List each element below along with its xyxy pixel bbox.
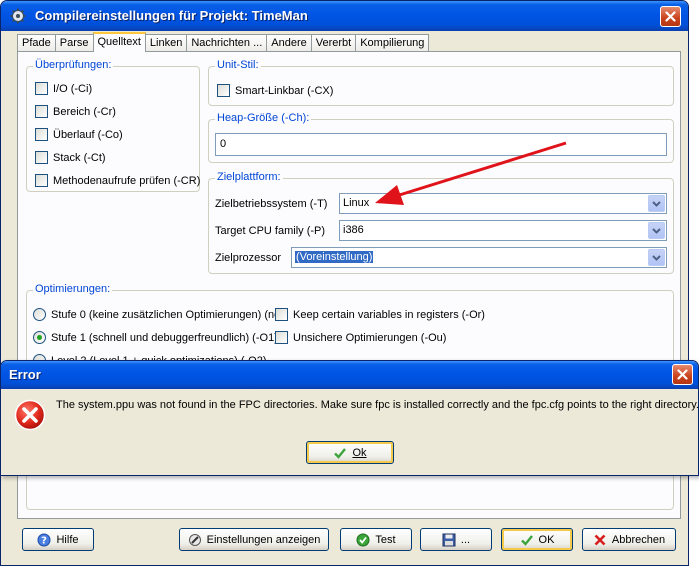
radio-level1[interactable]: Stufe 1 (schnell und debuggerfreundlich)…: [33, 326, 278, 349]
target-os-label: Zielbetriebssystem (-T): [215, 198, 328, 210]
target-processor-select[interactable]: (Voreinstellung): [291, 247, 667, 268]
test-button[interactable]: Test: [340, 528, 412, 551]
error-dialog-title: Error: [9, 367, 41, 382]
tab-vererbt[interactable]: Vererbt: [310, 34, 357, 52]
compiler-options-window: Compilereinstellungen für Projekt: TimeM…: [0, 0, 689, 566]
annotation-arrow: [375, 141, 567, 205]
cancel-button[interactable]: Abbrechen: [582, 528, 676, 551]
optim-legend: Optimierungen:: [33, 283, 113, 295]
check-method-calls[interactable]: Methodenaufrufe prüfen (-CR): [35, 169, 200, 192]
target-cpu-label: Target CPU family (-P): [215, 225, 326, 237]
check-unsafe-optim[interactable]: Unsichere Optimierungen (-Ou): [275, 326, 446, 349]
tab-andere[interactable]: Andere: [266, 34, 312, 52]
check-keep-registers[interactable]: Keep certain variables in registers (-Or…: [275, 303, 485, 326]
target-processor-label: Zielprozessor: [215, 252, 282, 264]
window-titlebar[interactable]: Compilereinstellungen für Projekt: TimeM…: [1, 1, 688, 31]
target-cpu-select[interactable]: i386: [339, 220, 667, 241]
checkmark-icon: [520, 533, 534, 547]
checkbox[interactable]: [35, 128, 48, 141]
heap-legend: Heap-Größe (-Ch):: [215, 112, 312, 124]
close-icon: [665, 11, 676, 22]
cross-icon: [593, 533, 607, 547]
checks-group: Überprüfungen: I/O (-Ci) Bereich (-Cr) Ü…: [26, 59, 200, 192]
unit-style-group: Unit-Stil: Smart-Linkbar (-CX): [208, 59, 674, 106]
chevron-down-icon[interactable]: [648, 222, 665, 239]
svg-text:?: ?: [42, 535, 48, 546]
tab-linken[interactable]: Linken: [144, 34, 188, 52]
ok-button[interactable]: OK: [501, 528, 573, 551]
checkbox[interactable]: [35, 82, 48, 95]
error-dialog: Error The system.ppu was not found in th…: [0, 360, 699, 476]
check-io[interactable]: I/O (-Ci): [35, 77, 200, 100]
options-tabbar: Pfade Parse Quelltext Linken Nachrichten…: [17, 32, 430, 52]
error-icon: [14, 399, 46, 434]
check-smart-linkbar[interactable]: Smart-Linkbar (-CX): [217, 79, 333, 102]
radio-button[interactable]: [33, 331, 46, 344]
checkbox[interactable]: [275, 308, 288, 321]
check-overflow[interactable]: Überlauf (-Co): [35, 123, 200, 146]
chevron-down-icon[interactable]: [648, 249, 665, 266]
checkbox[interactable]: [35, 151, 48, 164]
check-range[interactable]: Bereich (-Cr): [35, 100, 200, 123]
tab-pfade[interactable]: Pfade: [17, 34, 56, 52]
window-close-button[interactable]: [660, 6, 681, 27]
target-legend: Zielplattform:: [215, 171, 283, 183]
checkmark-icon: [333, 446, 347, 460]
chevron-down-icon[interactable]: [648, 195, 665, 212]
check-icon: [356, 533, 370, 547]
tab-parse[interactable]: Parse: [54, 34, 94, 52]
checkbox[interactable]: [35, 105, 48, 118]
checkbox[interactable]: [217, 84, 230, 97]
show-settings-button[interactable]: Einstellungen anzeigen: [179, 528, 329, 551]
tab-nachrichten[interactable]: Nachrichten ...: [186, 34, 268, 52]
tab-kompilierung[interactable]: Kompilierung: [355, 34, 430, 52]
error-message: The system.ppu was not found in the FPC …: [56, 399, 699, 411]
save-more-button[interactable]: ...: [420, 528, 492, 551]
check-stack[interactable]: Stack (-Ct): [35, 146, 200, 169]
window-title: Compilereinstellungen für Projekt: TimeM…: [35, 8, 308, 23]
checks-legend: Überprüfungen:: [33, 59, 114, 71]
help-button[interactable]: ? Hilfe: [22, 528, 94, 551]
help-icon: ?: [37, 533, 51, 547]
error-dialog-close-button[interactable]: [672, 364, 693, 385]
error-ok-button[interactable]: Ok: [306, 441, 394, 464]
error-dialog-titlebar[interactable]: Error: [1, 361, 698, 389]
wrench-icon: [188, 533, 202, 547]
gear-icon: [10, 8, 26, 24]
unit-style-legend: Unit-Stil:: [215, 59, 261, 71]
radio-button[interactable]: [33, 308, 46, 321]
close-icon: [677, 369, 688, 380]
tab-quelltext[interactable]: Quelltext: [92, 32, 146, 52]
floppy-disk-icon: [442, 533, 456, 547]
checkbox[interactable]: [275, 331, 288, 344]
checkbox[interactable]: [35, 174, 48, 187]
radio-level0[interactable]: Stufe 0 (keine zusätzlichen Optimierunge…: [33, 303, 286, 326]
